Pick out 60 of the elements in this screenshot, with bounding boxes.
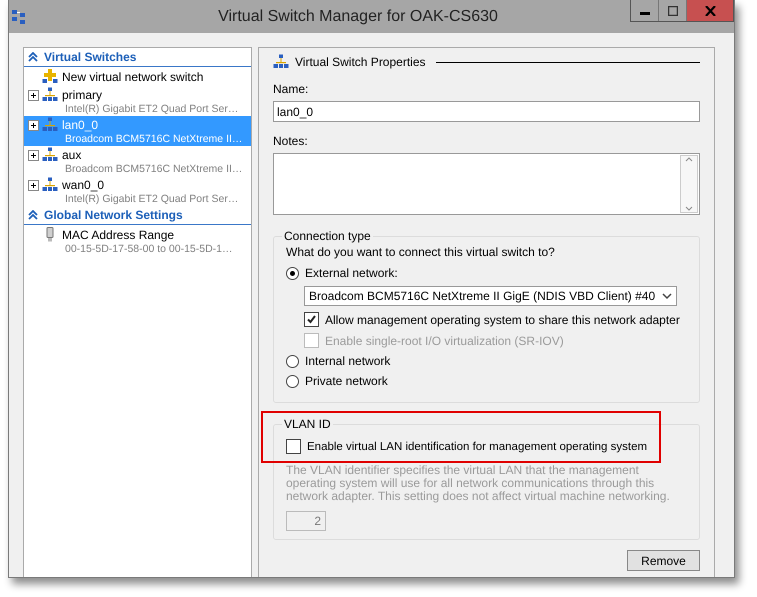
question-text: What do you want to connect this virtual switch to? <box>286 245 556 259</box>
close-button[interactable] <box>687 0 733 21</box>
expand-icon[interactable] <box>28 150 39 160</box>
radio-button[interactable] <box>286 266 299 280</box>
checkbox-label: Allow management operating system to share this network adapter <box>325 312 680 326</box>
window-title: Virtual Switch Manager for OAK-CS630 <box>217 7 499 26</box>
tree-item[interactable]: wan0_0 Intel(R) Gigabit ET2 Quad Port Ser… <box>24 176 251 206</box>
tree-item[interactable]: New virtual network switch <box>24 68 251 86</box>
tree-item[interactable]: aux Broadcom BCM5716C NetXtreme II… <box>24 146 251 176</box>
tree-item[interactable]: MAC Address Range 00-15-5D-17-58-00 to 00-15-5D-1… <box>24 226 251 256</box>
radio-label: Internal network <box>305 354 390 368</box>
network-switch-icon <box>42 147 58 163</box>
expand-icon[interactable] <box>28 90 39 100</box>
collapse-icon[interactable] <box>28 52 38 62</box>
field-label: Name: <box>273 82 310 96</box>
remove-button[interactable]: Remove <box>627 550 700 571</box>
group-title: VLAN ID <box>283 417 332 431</box>
item-name: primary <box>62 88 104 102</box>
network-switch-icon <box>42 87 58 103</box>
item-detail: Broadcom BCM5716C NetXtreme II… <box>64 163 244 175</box>
checkbox[interactable] <box>304 312 319 327</box>
expand-icon[interactable] <box>28 180 39 190</box>
checkbox-label: Enable single-root I/O virtualization (SR-IOV) <box>325 334 564 348</box>
item-name: MAC Address Range <box>62 228 176 242</box>
app-icon <box>12 10 26 24</box>
field-label: Notes: <box>273 134 309 148</box>
close-icon <box>704 6 716 16</box>
vlan-description: The VLAN identifier specifies the virtual LAN that the management operating system will use for all network communications through this network adapter. This setting does not affect virtual machine networking. <box>286 464 671 503</box>
item-detail: Broadcom BCM5716C NetXtreme II… <box>64 133 244 145</box>
tree-item[interactable]: primary Intel(R) Gigabit ET2 Quad Port Ser… <box>24 86 251 116</box>
section-title: Virtual Switch Properties <box>295 55 426 69</box>
section-header: Virtual Switches <box>44 50 136 64</box>
section-header: Global Network Settings <box>44 208 183 222</box>
scroll-up-icon[interactable] <box>685 156 693 162</box>
item-name: lan0_0 <box>62 118 100 132</box>
network-switch-icon <box>273 54 289 70</box>
item-detail: 00-15-5D-17-58-00 to 00-15-5D-1… <box>64 243 234 255</box>
scroll-down-icon[interactable] <box>685 206 693 212</box>
checkbox-label: Enable virtual LAN identification for management operating system <box>307 440 648 452</box>
network-switch-icon <box>42 177 58 193</box>
chevron-down-icon <box>662 292 672 300</box>
item-detail: Intel(R) Gigabit ET2 Quad Port Ser… <box>64 193 240 205</box>
new-switch-icon <box>42 69 58 85</box>
item-detail: Intel(R) Gigabit ET2 Quad Port Ser… <box>64 103 240 115</box>
radio-button[interactable] <box>286 374 299 388</box>
maximize-icon <box>668 6 678 16</box>
collapse-icon[interactable] <box>28 210 38 220</box>
radio-label: External network: <box>305 266 398 280</box>
group-title: Connection type <box>283 229 372 243</box>
minimize-icon <box>640 12 650 15</box>
network-switch-icon <box>42 117 58 133</box>
item-name: New virtual network switch <box>62 70 204 84</box>
item-name: wan0_0 <box>62 178 106 192</box>
adapter-dropdown[interactable]: Broadcom BCM5716C NetXtreme II GigE (NDIS VBD Client) #40 <box>304 286 677 306</box>
item-name: aux <box>62 148 82 162</box>
radio-button[interactable] <box>286 354 299 368</box>
notes-field[interactable] <box>273 153 700 215</box>
expand-icon[interactable] <box>28 120 39 130</box>
name-field[interactable]: lan0_0 <box>273 101 700 122</box>
radio-label: Private network <box>305 374 388 388</box>
